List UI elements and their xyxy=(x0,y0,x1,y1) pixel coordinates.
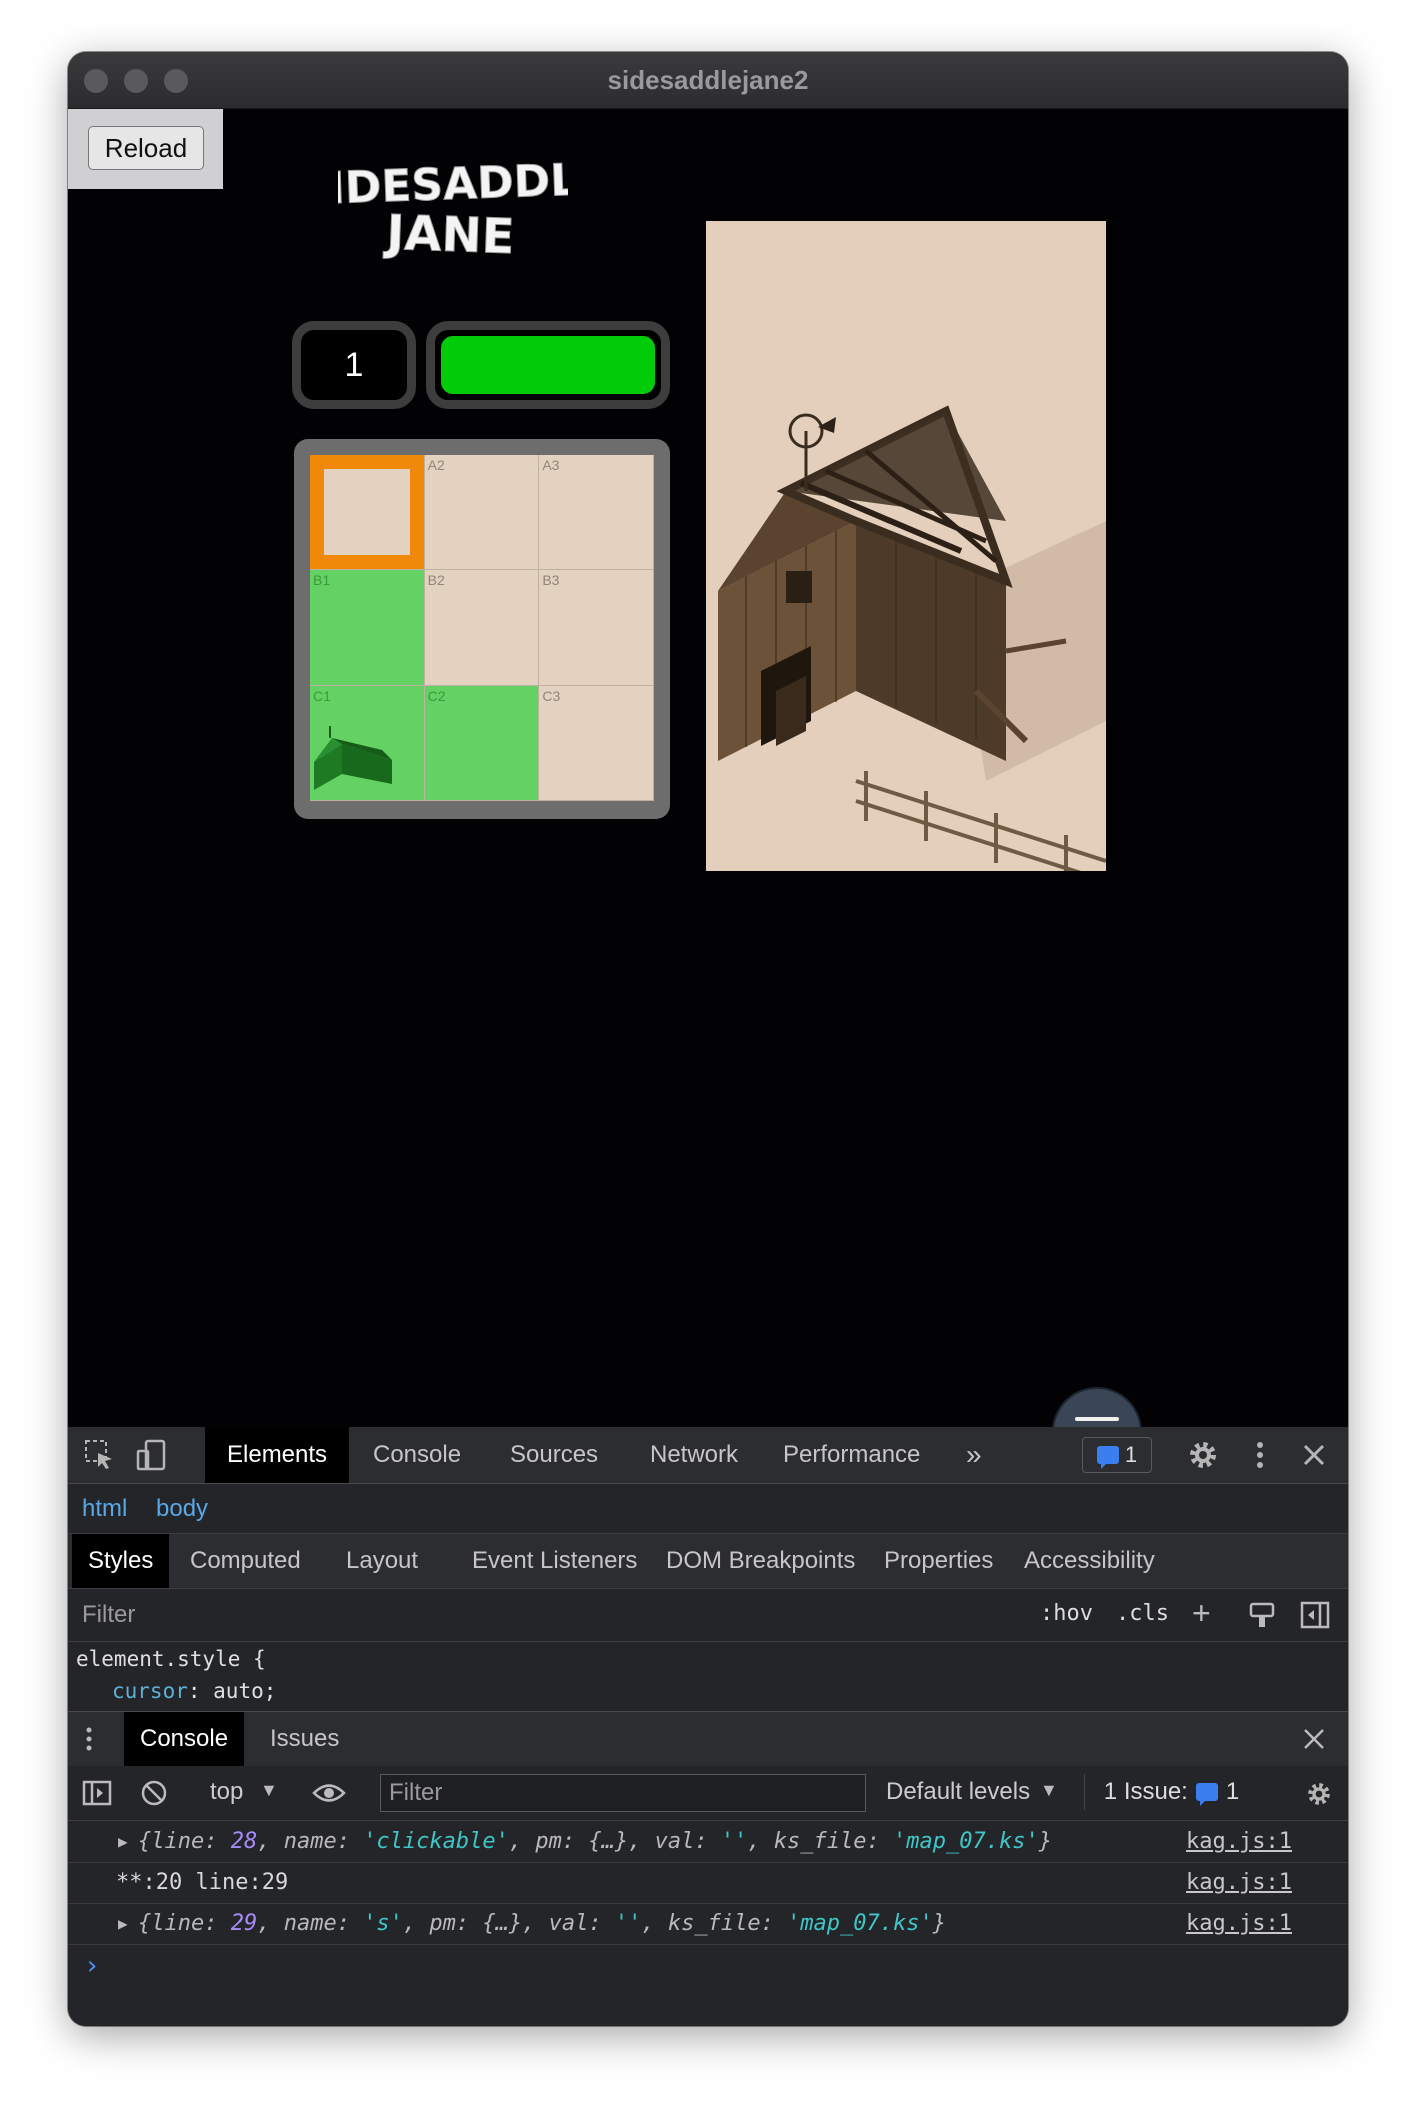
breadcrumb-html[interactable]: html xyxy=(82,1495,127,1523)
style-property[interactable]: cursor xyxy=(112,1679,188,1703)
breadcrumb-body[interactable]: body xyxy=(156,1495,208,1523)
settings-gear-icon[interactable] xyxy=(1185,1437,1221,1473)
context-dropdown-icon[interactable]: ▼ xyxy=(260,1780,278,1801)
log-source-link[interactable]: kag.js:1 xyxy=(1186,1904,1292,1944)
more-options-icon[interactable] xyxy=(1242,1437,1278,1473)
hamburger-icon xyxy=(1075,1417,1119,1421)
drawer-tab-issues[interactable]: Issues xyxy=(254,1712,355,1766)
map-cell-c1[interactable]: C1 xyxy=(310,685,425,801)
clear-console-icon[interactable] xyxy=(140,1779,168,1807)
subtab-event-listeners[interactable]: Event Listeners xyxy=(456,1534,653,1588)
subtab-computed[interactable]: Computed xyxy=(174,1534,317,1588)
console-filter-input[interactable]: Filter xyxy=(380,1774,866,1812)
message-icon xyxy=(1096,1446,1119,1469)
map-cell-label: B3 xyxy=(542,572,560,589)
map-cell-a3[interactable]: A3 xyxy=(539,455,654,571)
devtools-main-tabs: Elements Console Sources Network Perform… xyxy=(68,1427,1348,1484)
title-bar: sidesaddlejane2 xyxy=(68,52,1348,109)
current-position-marker xyxy=(324,469,410,556)
minimap-grid: A2 A3 B1 B2 B3 C1 C2 C3 xyxy=(310,455,654,801)
issues-badge[interactable]: 1 xyxy=(1082,1437,1152,1473)
map-cell-label: B1 xyxy=(313,572,331,589)
drawer-tabs: Console Issues xyxy=(68,1711,1348,1767)
device-toolbar-icon[interactable] xyxy=(134,1437,170,1473)
tab-sources[interactable]: Sources xyxy=(488,1427,620,1483)
browser-window: sidesaddlejane2 Reload SIDESADDLE JANE 1… xyxy=(68,52,1348,2026)
elements-subtabs: Styles Computed Layout Event Listeners D… xyxy=(68,1534,1348,1589)
map-cell-label: C2 xyxy=(427,687,446,704)
close-devtools-icon[interactable] xyxy=(1296,1437,1332,1473)
map-cell-a1[interactable] xyxy=(310,455,425,571)
minimap: A2 A3 B1 B2 B3 C1 C2 C3 xyxy=(294,439,670,819)
tab-performance[interactable]: Performance xyxy=(761,1427,942,1483)
tab-console[interactable]: Console xyxy=(351,1427,483,1483)
devtools-panel: Elements Console Sources Network Perform… xyxy=(68,1427,1348,2026)
sidesaddle-jane-logo: SIDESADDLE JANE xyxy=(338,153,568,261)
map-cell-b2[interactable]: B2 xyxy=(424,570,540,686)
subtab-properties[interactable]: Properties xyxy=(868,1534,1009,1588)
context-select[interactable]: top xyxy=(210,1778,243,1806)
breadcrumb: html body xyxy=(68,1487,1348,1534)
more-tabs-button[interactable]: » xyxy=(944,1427,1004,1483)
map-cell-label: A2 xyxy=(427,457,445,473)
console-log-row[interactable]: ▶ {line: 28, name: 'clickable', pm: {…},… xyxy=(68,1822,1348,1863)
subtab-layout[interactable]: Layout xyxy=(330,1534,434,1588)
close-drawer-icon[interactable] xyxy=(1302,1727,1326,1751)
console-issues-button[interactable]: 1 Issue: 1 xyxy=(1084,1774,1258,1810)
health-bar xyxy=(426,321,670,409)
console-settings-gear-icon[interactable] xyxy=(1304,1779,1334,1809)
tab-elements[interactable]: Elements xyxy=(205,1427,350,1483)
styles-filter-input[interactable]: Filter xyxy=(82,1601,135,1629)
log-levels-select[interactable]: Default levels xyxy=(886,1778,1030,1806)
console-log-row[interactable]: ▶ {line: 29, name: 's', pm: {…}, val: ''… xyxy=(68,1904,1348,1945)
tab-network[interactable]: Network xyxy=(628,1427,760,1483)
reload-panel: Reload xyxy=(68,109,223,189)
subtab-accessibility[interactable]: Accessibility xyxy=(1008,1534,1171,1588)
cls-toggle[interactable]: .cls xyxy=(1116,1601,1169,1626)
style-value[interactable]: auto; xyxy=(213,1679,276,1703)
subtab-dom-breakpoints[interactable]: DOM Breakpoints xyxy=(650,1534,871,1588)
live-expression-eye-icon[interactable] xyxy=(312,1780,346,1806)
subtab-styles[interactable]: Styles xyxy=(72,1534,170,1588)
map-cell-c3[interactable]: C3 xyxy=(539,685,654,801)
map-cell-label: A3 xyxy=(542,457,560,473)
health-bar-fill xyxy=(441,336,655,394)
console-log-row: **:20 line:29 kag.js:1 xyxy=(68,1863,1348,1904)
log-source-link[interactable]: kag.js:1 xyxy=(1186,1822,1292,1862)
map-cell-c2[interactable]: C2 xyxy=(424,685,540,801)
expand-triangle-icon[interactable]: ▶ xyxy=(118,1822,128,1862)
issue-message-icon xyxy=(1195,1783,1218,1806)
console-toolbar: top ▼ Filter Default levels ▼ 1 Issue: 1 xyxy=(68,1766,1348,1821)
paint-brush-icon[interactable] xyxy=(1248,1601,1276,1629)
map-cell-label: B2 xyxy=(427,572,445,589)
game-viewport: Reload SIDESADDLE JANE 1 A2 A3 B1 B2 B3 C1 C2 C… xyxy=(68,109,1348,1477)
new-style-rule-icon[interactable]: + xyxy=(1192,1595,1211,1632)
inspect-element-icon[interactable] xyxy=(82,1437,118,1473)
log-source-link[interactable]: kag.js:1 xyxy=(1186,1863,1292,1903)
barn-map-icon xyxy=(314,725,392,790)
map-cell-a2[interactable]: A2 xyxy=(424,455,540,571)
styles-pane: element.style { cursor: auto; xyxy=(76,1643,276,1707)
map-cell-label: C1 xyxy=(313,687,331,704)
logo-line-2: JANE xyxy=(383,205,516,261)
drawer-tab-console[interactable]: Console xyxy=(124,1712,245,1766)
console-prompt[interactable]: › xyxy=(84,1951,100,1981)
expand-triangle-icon[interactable]: ▶ xyxy=(118,1904,128,1944)
styles-filter-bar: Filter :hov .cls + xyxy=(68,1589,1348,1642)
style-selector: element.style { xyxy=(76,1647,266,1671)
drawer-menu-icon[interactable] xyxy=(84,1726,94,1752)
map-cell-b1[interactable]: B1 xyxy=(310,570,425,686)
show-sidebar-icon[interactable] xyxy=(82,1779,112,1807)
window-title: sidesaddlejane2 xyxy=(607,65,809,95)
turn-counter: 1 xyxy=(292,321,416,409)
barn-scene-image xyxy=(706,221,1106,871)
hov-toggle[interactable]: :hov xyxy=(1040,1601,1093,1626)
toggle-sidebar-icon[interactable] xyxy=(1300,1601,1330,1629)
map-cell-b3[interactable]: B3 xyxy=(539,570,654,686)
map-cell-label: C3 xyxy=(542,687,561,704)
reload-button[interactable]: Reload xyxy=(88,126,204,170)
levels-dropdown-icon[interactable]: ▼ xyxy=(1040,1780,1058,1801)
